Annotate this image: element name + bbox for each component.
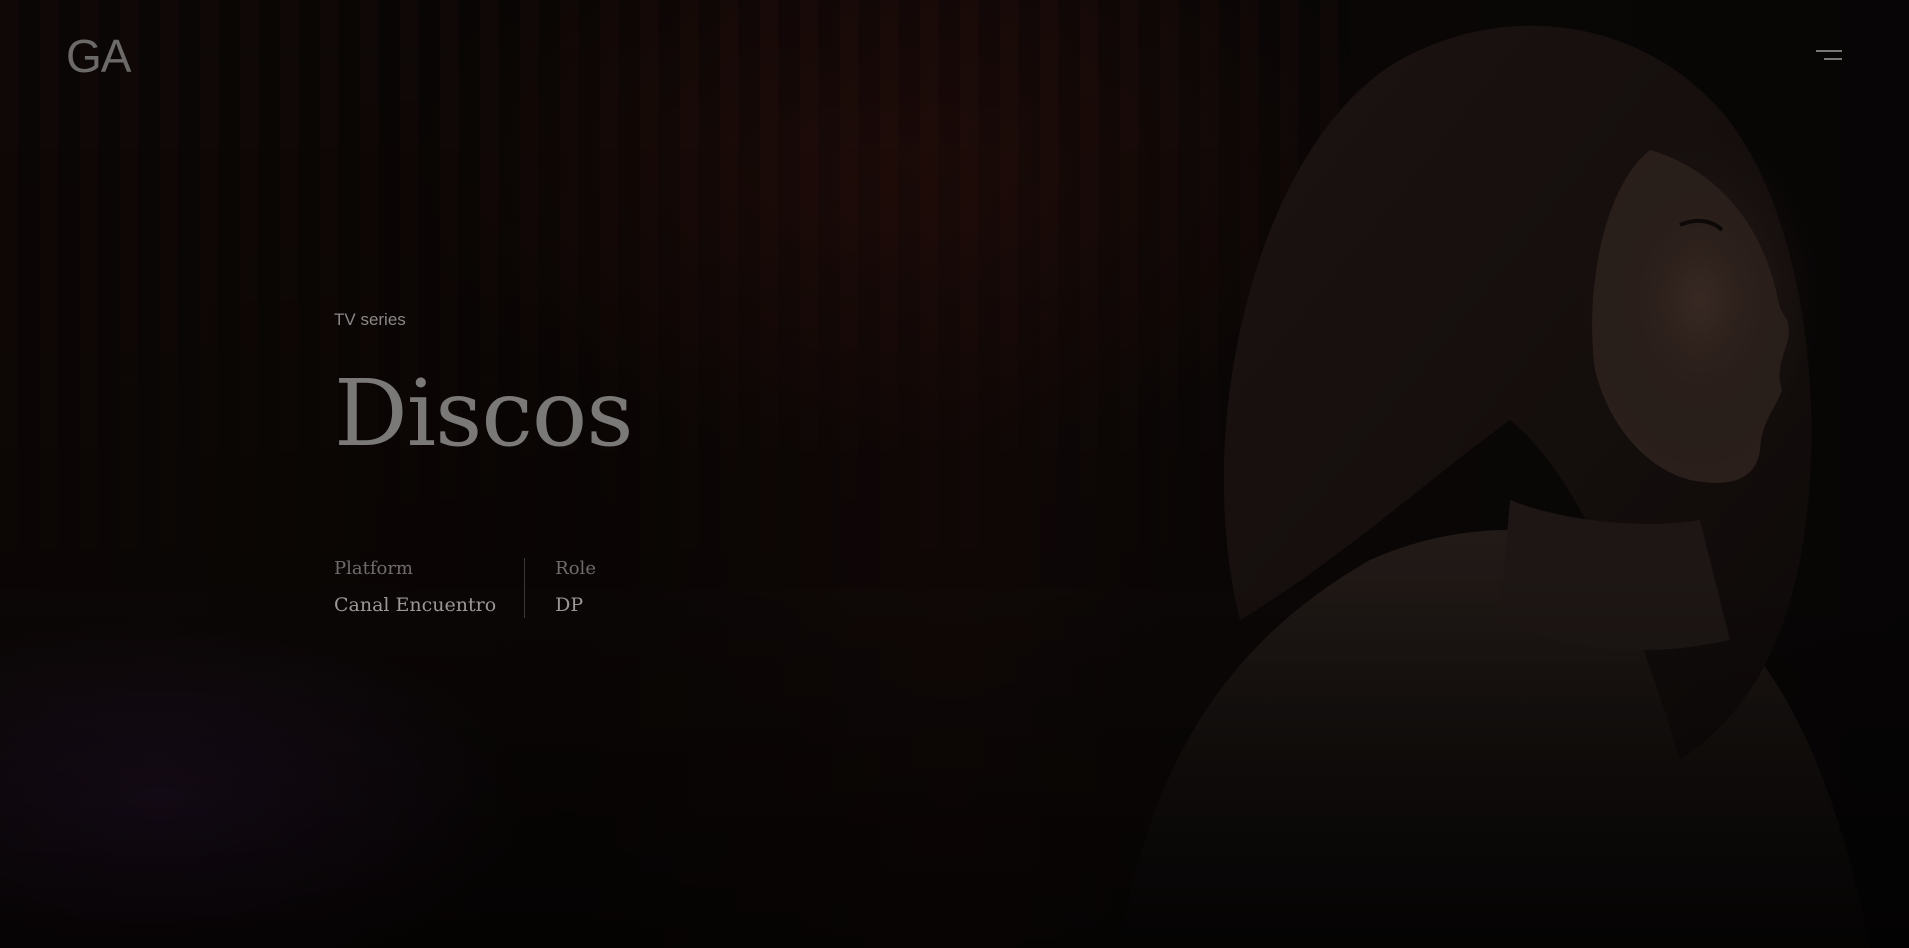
menu-line-top <box>1816 50 1842 52</box>
site-logo[interactable]: GA <box>66 30 131 82</box>
project-header: TV series Discos <box>334 310 634 467</box>
detail-value: Canal Encuentro <box>334 594 497 616</box>
menu-line-bottom <box>1824 58 1842 60</box>
project-category: TV series <box>334 310 406 329</box>
detail-label: Platform <box>334 558 414 579</box>
hero-section: GA TV series Discos Platform Canal Encue… <box>0 0 1909 948</box>
project-title: Discos <box>334 360 634 467</box>
detail-label: Role <box>555 558 596 579</box>
detail-role: Role DP <box>524 558 596 618</box>
hamburger-menu-icon[interactable] <box>1812 48 1842 64</box>
detail-platform: Platform Canal Encuentro <box>334 558 524 618</box>
detail-value: DP <box>555 594 584 616</box>
project-details: Platform Canal Encuentro Role DP <box>334 558 596 618</box>
image-shade-overlay <box>0 0 1909 948</box>
